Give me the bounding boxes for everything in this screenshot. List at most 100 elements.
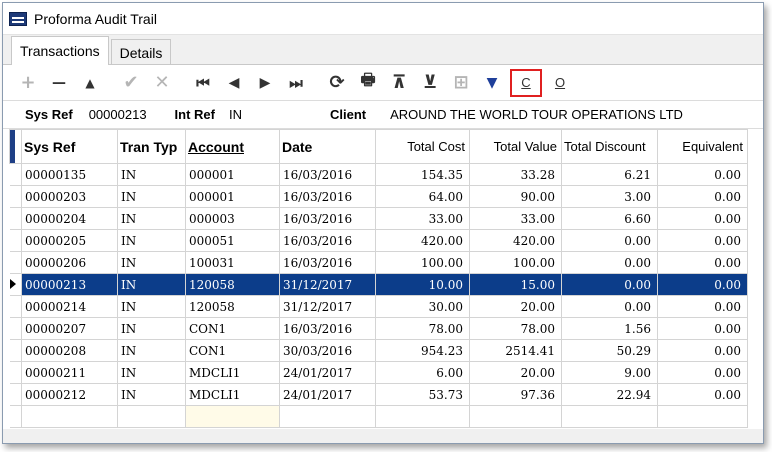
cell-tran-type[interactable]: IN [117,295,186,318]
cell-total-value[interactable]: 97.36 [469,383,562,406]
cell-total-value[interactable]: 15.00 [469,273,562,296]
tab-details[interactable]: Details [110,39,172,65]
table-row[interactable]: 00000135 IN 000001 16/03/2016 154.35 33.28 6.2… [9,163,748,186]
table-row[interactable]: 00000207 IN CON1 16/03/2016 78.00 78.00 1.56 0.… [9,317,748,340]
row-indicator[interactable] [9,185,22,208]
cell-total-cost[interactable]: 954.23 [375,339,470,362]
cell-sys-ref[interactable]: 00000208 [21,339,118,362]
cell-total-value[interactable]: 100.00 [469,251,562,274]
cell-tran-type[interactable]: IN [117,207,186,230]
cell-account[interactable]: 000001 [185,163,280,186]
cell-date[interactable]: 24/01/2017 [279,383,376,406]
add-folder-icon[interactable]: ⊞ [448,70,474,96]
cell-equivalent[interactable]: 0.00 [657,229,748,252]
row-indicator[interactable] [9,361,22,384]
prev-record-icon[interactable]: ◀ [221,70,247,96]
cell-sys-ref[interactable]: 00000206 [21,251,118,274]
cell-date[interactable]: 16/03/2016 [279,229,376,252]
cell-total-cost[interactable]: 30.00 [375,295,470,318]
cell-date[interactable]: 16/03/2016 [279,251,376,274]
o-button[interactable]: O [547,70,573,96]
cell-tran-type[interactable]: IN [117,361,186,384]
table-row[interactable]: 00000205 IN 000051 16/03/2016 420.00 420.00 0.… [9,229,748,252]
cell-tran-type[interactable]: IN [117,273,186,296]
last-record-icon[interactable]: ⏭ [283,70,309,96]
cell-sys-ref[interactable]: 00000212 [21,383,118,406]
cell-total-cost[interactable]: 53.73 [375,383,470,406]
tab-transactions[interactable]: Transactions [11,36,109,65]
c-button[interactable]: C [510,68,542,97]
cell-total-discount[interactable]: 9.00 [561,361,658,384]
checkmark-icon[interactable]: ✔ [118,70,144,96]
filter-icon[interactable]: ▼ [479,70,505,96]
row-indicator[interactable] [9,273,22,296]
row-indicator[interactable] [9,251,22,274]
col-header-date[interactable]: Date [279,129,376,164]
cell-total-cost[interactable]: 154.35 [375,163,470,186]
cell-tran-type[interactable]: IN [117,383,186,406]
cell-tran-type[interactable]: IN [117,317,186,340]
cell-date[interactable]: 31/12/2017 [279,295,376,318]
cell-date[interactable]: 16/03/2016 [279,185,376,208]
cell-account[interactable]: 120058 [185,273,280,296]
cell-total-discount[interactable]: 0.00 [561,295,658,318]
cell-total-cost[interactable]: 33.00 [375,207,470,230]
cell-total-discount[interactable]: 0.00 [561,229,658,252]
cell-tran-type[interactable]: IN [117,185,186,208]
cell-total-discount[interactable]: 50.29 [561,339,658,362]
cell-date[interactable]: 30/03/2016 [279,339,376,362]
col-header-tran-type[interactable]: Tran Typ [117,129,186,164]
cell-tran-type[interactable]: IN [117,163,186,186]
cell-account[interactable]: 000003 [185,207,280,230]
table-row[interactable]: 00000206 IN 100031 16/03/2016 100.00 100.00 0.… [9,251,748,274]
cell-sys-ref[interactable]: 00000207 [21,317,118,340]
up-triangle-icon[interactable]: ▲ [77,70,103,96]
col-header-total-value[interactable]: Total Value [469,129,562,164]
cell-total-value[interactable]: 90.00 [469,185,562,208]
cell-equivalent[interactable]: 0.00 [657,295,748,318]
cell-account[interactable]: CON1 [185,339,280,362]
cell-total-discount[interactable]: 1.56 [561,317,658,340]
cell-total-discount[interactable]: 0.00 [561,251,658,274]
cell-sys-ref[interactable]: 00000213 [21,273,118,296]
cell-total-cost[interactable]: 64.00 [375,185,470,208]
cell-total-discount[interactable]: 6.21 [561,163,658,186]
cell-equivalent[interactable]: 0.00 [657,185,748,208]
cross-icon[interactable]: ✕ [149,70,175,96]
cell-account[interactable]: 000051 [185,229,280,252]
sort-bottom-icon[interactable]: ⊻ [417,70,443,96]
col-header-account[interactable]: Account [185,129,280,164]
cell-total-cost[interactable]: 78.00 [375,317,470,340]
cell-total-value[interactable]: 20.00 [469,361,562,384]
col-header-total-cost[interactable]: Total Cost [375,129,470,164]
cell-sys-ref[interactable]: 00000135 [21,163,118,186]
cell-date[interactable]: 16/03/2016 [279,163,376,186]
cell-account[interactable]: 100031 [185,251,280,274]
col-header-equivalent[interactable]: Equivalent [657,129,748,164]
cell-date[interactable]: 24/01/2017 [279,361,376,384]
cell-total-value[interactable]: 78.00 [469,317,562,340]
cell-equivalent[interactable]: 0.00 [657,361,748,384]
table-row[interactable]: 00000213 IN 120058 31/12/2017 10.00 15.00 0.00… [9,273,748,296]
row-indicator[interactable] [9,163,22,186]
table-row[interactable]: 00000212 IN MDCLI1 24/01/2017 53.73 97.36 22.9… [9,383,748,406]
row-indicator[interactable] [9,295,22,318]
cell-date[interactable]: 16/03/2016 [279,207,376,230]
cell-date[interactable]: 16/03/2016 [279,317,376,340]
minus-icon[interactable]: — [46,70,72,96]
cell-total-cost[interactable]: 6.00 [375,361,470,384]
cell-total-value[interactable]: 2514.41 [469,339,562,362]
cell-total-value[interactable]: 33.28 [469,163,562,186]
cell-tran-type[interactable]: IN [117,251,186,274]
cell-account[interactable]: MDCLI1 [185,383,280,406]
col-header-total-discount[interactable]: Total Discount [561,129,658,164]
cell-total-discount[interactable]: 22.94 [561,383,658,406]
sort-top-icon[interactable]: ⊼ [386,70,412,96]
cell-equivalent[interactable]: 0.00 [657,317,748,340]
row-indicator[interactable] [9,383,22,406]
row-indicator[interactable] [9,339,22,362]
refresh-icon[interactable]: ⟳ [324,70,350,96]
cell-tran-type[interactable]: IN [117,229,186,252]
print-icon[interactable]: 🖶 [355,70,381,96]
row-indicator[interactable] [9,229,22,252]
